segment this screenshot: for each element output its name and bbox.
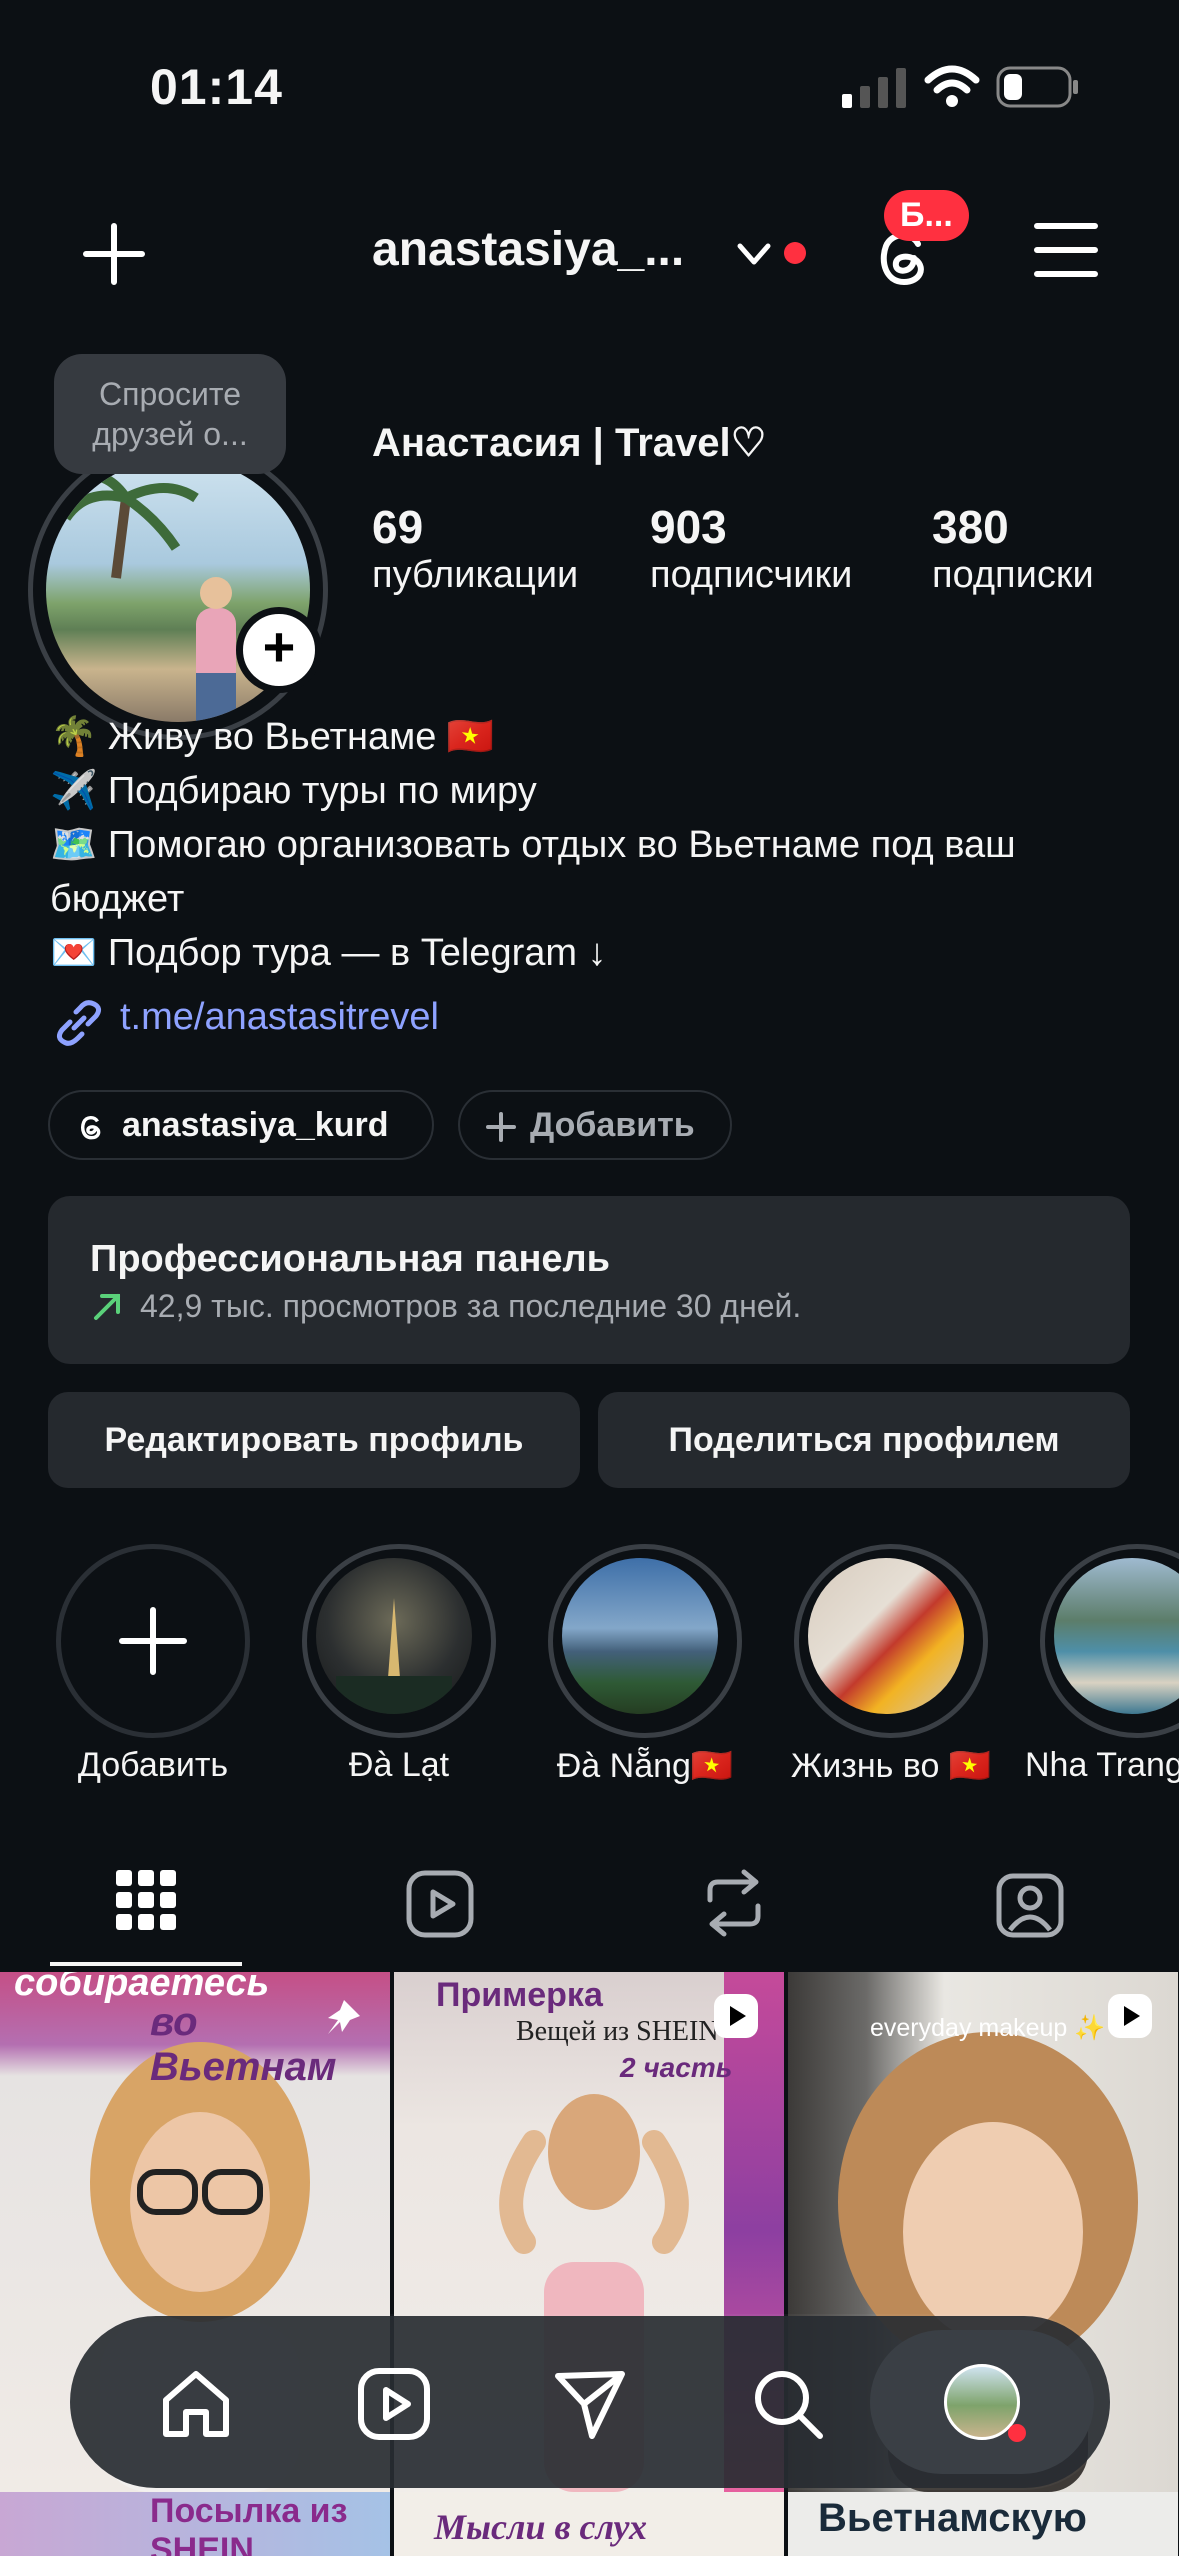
search-icon[interactable] [750, 2366, 826, 2442]
stat-posts-label: публикации [372, 554, 579, 596]
add-pill-label: Добавить [530, 1106, 695, 1144]
post-caption: everyday makeup ✨ [870, 2014, 1106, 2042]
bio-link[interactable]: t.me/anastasitrevel [52, 996, 439, 1046]
reels-tab-icon[interactable] [406, 1870, 474, 1938]
highlight-dalat[interactable] [302, 1544, 496, 1738]
post-caption: Посылка из SHEIN [150, 2492, 348, 2556]
create-plus-icon[interactable] [82, 222, 146, 286]
stat-following-value: 380 [932, 501, 1009, 553]
grid-tab-icon[interactable] [116, 1870, 176, 1930]
pin-icon [328, 2000, 360, 2034]
pro-dashboard-subtitle: 42,9 тыс. просмотров за последние 30 дне… [140, 1288, 802, 1324]
tagged-tab-icon[interactable] [996, 1868, 1064, 1938]
post-caption: Вьетнамскую [818, 2496, 1087, 2540]
notification-badge: Б... [884, 190, 969, 241]
highlight-nhatrang[interactable] [1040, 1544, 1179, 1738]
active-tab-indicator [50, 1962, 242, 1966]
bio-line: 💌 Подбор тура — в Telegram ↓ [50, 932, 607, 974]
highlight-label: Nha Trang [1025, 1746, 1179, 1784]
chevron-down-icon[interactable] [736, 240, 772, 270]
stat-followers-label: подписчики [650, 554, 853, 596]
highlight-life[interactable] [794, 1544, 988, 1738]
highlight-cover [316, 1558, 472, 1714]
bio-line: ✈️ Подбираю туры по миру [50, 770, 537, 812]
stat-followers-value: 903 [650, 501, 727, 553]
trend-up-icon [94, 1294, 120, 1320]
account-switch-dot [784, 242, 806, 264]
reel-badge-icon [1108, 1994, 1152, 2038]
post-tile[interactable]: Мысли в слух [394, 2492, 784, 2556]
threads-handle-pill[interactable]: anastasiya_kurd [48, 1090, 434, 1160]
link-icon [56, 1000, 102, 1046]
reposts-tab-icon[interactable] [700, 1866, 768, 1940]
notes-bubble[interactable]: Спросите друзей о... [54, 354, 286, 474]
stat-posts-value: 69 [372, 501, 424, 553]
post-caption: Мысли в слух [434, 2507, 648, 2547]
bio: 🌴 Живу во Вьетнаме 🇻🇳 ✈️ Подбираю туры п… [50, 710, 1150, 980]
highlight-label: Добавить [77, 1746, 229, 1784]
post-caption: 2 часть [620, 2052, 733, 2083]
home-icon[interactable] [158, 2366, 234, 2442]
highlight-circle [302, 1544, 496, 1738]
threads-handle-text: anastasiya_kurd [122, 1106, 389, 1144]
stat-following-label: подписки [932, 554, 1094, 596]
account-username[interactable]: anastasiya_... [372, 222, 684, 277]
highlight-circle [794, 1544, 988, 1738]
post-tile[interactable]: Вьетнамскую [788, 2492, 1178, 2556]
cellular-signal-icon [842, 68, 906, 108]
add-pill[interactable]: Добавить [458, 1090, 732, 1160]
wifi-icon [924, 65, 980, 107]
professional-dashboard[interactable]: Профессиональная панель 42,9 тыс. просмо… [48, 1196, 1130, 1364]
stat-posts[interactable]: 69 публикации [372, 500, 578, 597]
pro-dashboard-title: Профессиональная панель [90, 1238, 611, 1280]
profile-notification-dot [1008, 2424, 1026, 2442]
highlight-add[interactable] [56, 1544, 250, 1738]
stat-followers[interactable]: 903 подписчики [650, 500, 852, 597]
bio-line: 🌴 Живу во Вьетнаме 🇻🇳 [50, 716, 495, 758]
plus-small-icon [486, 1112, 516, 1142]
bio-line: 🗺️ Помогаю организовать отдых во Вьетнам… [50, 824, 1016, 920]
reels-icon[interactable] [356, 2366, 432, 2442]
post-caption: Примерка [436, 1976, 603, 2014]
highlight-circle [548, 1544, 742, 1738]
highlight-cover [808, 1558, 964, 1714]
highlight-label: Đà Nẵng🇻🇳 [556, 1747, 734, 1785]
bio-link-text[interactable]: t.me/anastasitrevel [120, 996, 439, 1038]
post-tile[interactable]: Посылка из SHEIN [0, 2492, 390, 2556]
edit-profile-button[interactable]: Редактировать профиль [48, 1392, 580, 1488]
status-time: 01:14 [150, 59, 283, 115]
threads-small-icon [81, 1115, 101, 1140]
reel-badge-icon [714, 1994, 758, 2038]
highlight-cover [562, 1558, 718, 1714]
highlight-label: Жизнь во 🇻🇳 [790, 1747, 992, 1785]
add-story-button[interactable]: + [236, 607, 322, 693]
battery-icon [996, 66, 1078, 108]
menu-hamburger-icon[interactable] [1034, 222, 1098, 278]
highlight-label: Đà Lạt [348, 1746, 450, 1784]
highlight-circle [1040, 1544, 1179, 1738]
post-caption: Вещей из SHEIN [516, 2016, 719, 2047]
highlight-add-circle [56, 1544, 250, 1738]
bottom-navigation [70, 2316, 1110, 2488]
plus-icon [119, 1607, 187, 1675]
highlight-danang[interactable] [548, 1544, 742, 1738]
share-profile-button[interactable]: Поделиться профилем [598, 1392, 1130, 1488]
highlight-cover [1054, 1558, 1179, 1714]
stat-following[interactable]: 380 подписки [932, 500, 1094, 597]
profile-tab-active[interactable] [870, 2330, 1094, 2474]
display-name: Анастасия | Travel♡ [372, 421, 767, 465]
direct-messages-icon[interactable] [552, 2366, 628, 2442]
